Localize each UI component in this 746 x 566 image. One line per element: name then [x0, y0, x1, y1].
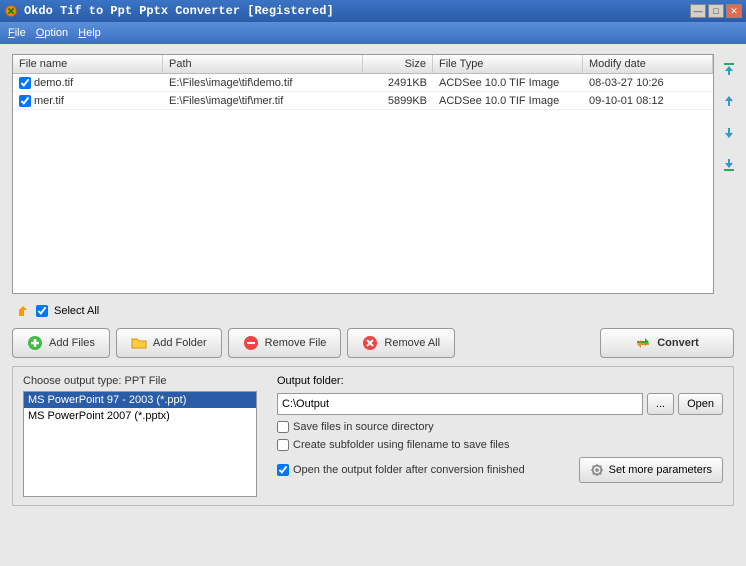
type-item-ppt[interactable]: MS PowerPoint 97 - 2003 (*.ppt) — [24, 392, 256, 408]
add-icon — [27, 335, 43, 351]
header-filetype[interactable]: File Type — [433, 55, 583, 73]
menu-bar: File Option Help — [0, 22, 746, 44]
add-folder-button[interactable]: Add Folder — [116, 328, 222, 358]
header-filename[interactable]: File name — [13, 55, 163, 73]
row-checkbox[interactable] — [19, 95, 31, 107]
table-header: File name Path Size File Type Modify dat… — [13, 55, 713, 74]
cell-type: ACDSee 10.0 TIF Image — [433, 94, 583, 108]
reorder-buttons — [720, 54, 738, 294]
cell-filename: mer.tif — [34, 95, 64, 107]
open-after-checkbox[interactable] — [277, 464, 289, 476]
move-up-button[interactable] — [720, 92, 738, 110]
convert-button[interactable]: Convert — [600, 328, 734, 358]
open-after-label: Open the output folder after conversion … — [293, 464, 525, 476]
header-path[interactable]: Path — [163, 55, 363, 73]
save-in-source-checkbox[interactable] — [277, 421, 289, 433]
cell-filename: demo.tif — [34, 77, 73, 89]
remove-file-label: Remove File — [265, 337, 327, 349]
open-folder-button[interactable]: Open — [678, 393, 723, 415]
cell-type: ACDSee 10.0 TIF Image — [433, 76, 583, 90]
move-bottom-button[interactable] — [720, 156, 738, 174]
maximize-button[interactable]: □ — [708, 4, 724, 18]
up-folder-icon[interactable] — [16, 304, 30, 318]
remove-icon — [243, 335, 259, 351]
table-row[interactable]: mer.tif E:\Files\image\tif\mer.tif5899KBA… — [13, 92, 713, 110]
remove-all-label: Remove All — [384, 337, 440, 349]
type-item-pptx[interactable]: MS PowerPoint 2007 (*.pptx) — [24, 408, 256, 424]
params-label: Set more parameters — [609, 464, 712, 476]
close-button[interactable]: ✕ — [726, 4, 742, 18]
save-in-source-label: Save files in source directory — [293, 421, 434, 433]
remove-file-button[interactable]: Remove File — [228, 328, 342, 358]
create-subfolder-label: Create subfolder using filename to save … — [293, 439, 509, 451]
convert-label: Convert — [657, 337, 699, 349]
create-subfolder-row[interactable]: Create subfolder using filename to save … — [277, 439, 723, 451]
output-panel: Choose output type: PPT File MS PowerPoi… — [12, 366, 734, 506]
cell-path: E:\Files\image\tif\mer.tif — [163, 94, 363, 108]
cell-size: 2491KB — [363, 76, 433, 90]
title-bar: Okdo Tif to Ppt Pptx Converter [Register… — [0, 0, 746, 22]
table-row[interactable]: demo.tif E:\Files\image\tif\demo.tif2491K… — [13, 74, 713, 92]
open-after-row[interactable]: Open the output folder after conversion … — [277, 464, 525, 476]
cell-date: 09-10-01 08:12 — [583, 94, 713, 108]
add-files-label: Add Files — [49, 337, 95, 349]
select-all-label: Select All — [54, 305, 99, 317]
menu-help[interactable]: Help — [78, 27, 101, 39]
header-size[interactable]: Size — [363, 55, 433, 73]
header-modifydate[interactable]: Modify date — [583, 55, 713, 73]
app-icon — [4, 4, 18, 18]
cell-path: E:\Files\image\tif\demo.tif — [163, 76, 363, 90]
move-top-button[interactable] — [720, 60, 738, 78]
cell-date: 08-03-27 10:26 — [583, 76, 713, 90]
cell-size: 5899KB — [363, 94, 433, 108]
remove-all-icon — [362, 335, 378, 351]
row-checkbox[interactable] — [19, 77, 31, 89]
create-subfolder-checkbox[interactable] — [277, 439, 289, 451]
set-more-parameters-button[interactable]: Set more parameters — [579, 457, 723, 483]
move-down-button[interactable] — [720, 124, 738, 142]
file-table: File name Path Size File Type Modify dat… — [12, 54, 714, 294]
gear-icon — [590, 463, 604, 477]
output-folder-input[interactable] — [277, 393, 643, 415]
output-type-label: Choose output type: PPT File — [23, 375, 257, 387]
remove-all-button[interactable]: Remove All — [347, 328, 455, 358]
convert-icon — [635, 335, 651, 351]
select-all-checkbox[interactable] — [36, 305, 48, 317]
minimize-button[interactable]: — — [690, 4, 706, 18]
save-in-source-row[interactable]: Save files in source directory — [277, 421, 723, 433]
add-folder-label: Add Folder — [153, 337, 207, 349]
output-type-list[interactable]: MS PowerPoint 97 - 2003 (*.ppt) MS Power… — [23, 391, 257, 497]
add-files-button[interactable]: Add Files — [12, 328, 110, 358]
output-folder-label: Output folder: — [277, 375, 723, 387]
menu-file[interactable]: File — [8, 27, 26, 39]
browse-button[interactable]: ... — [647, 393, 674, 415]
window-title: Okdo Tif to Ppt Pptx Converter [Register… — [24, 4, 690, 18]
folder-icon — [131, 335, 147, 351]
menu-option[interactable]: Option — [36, 27, 68, 39]
